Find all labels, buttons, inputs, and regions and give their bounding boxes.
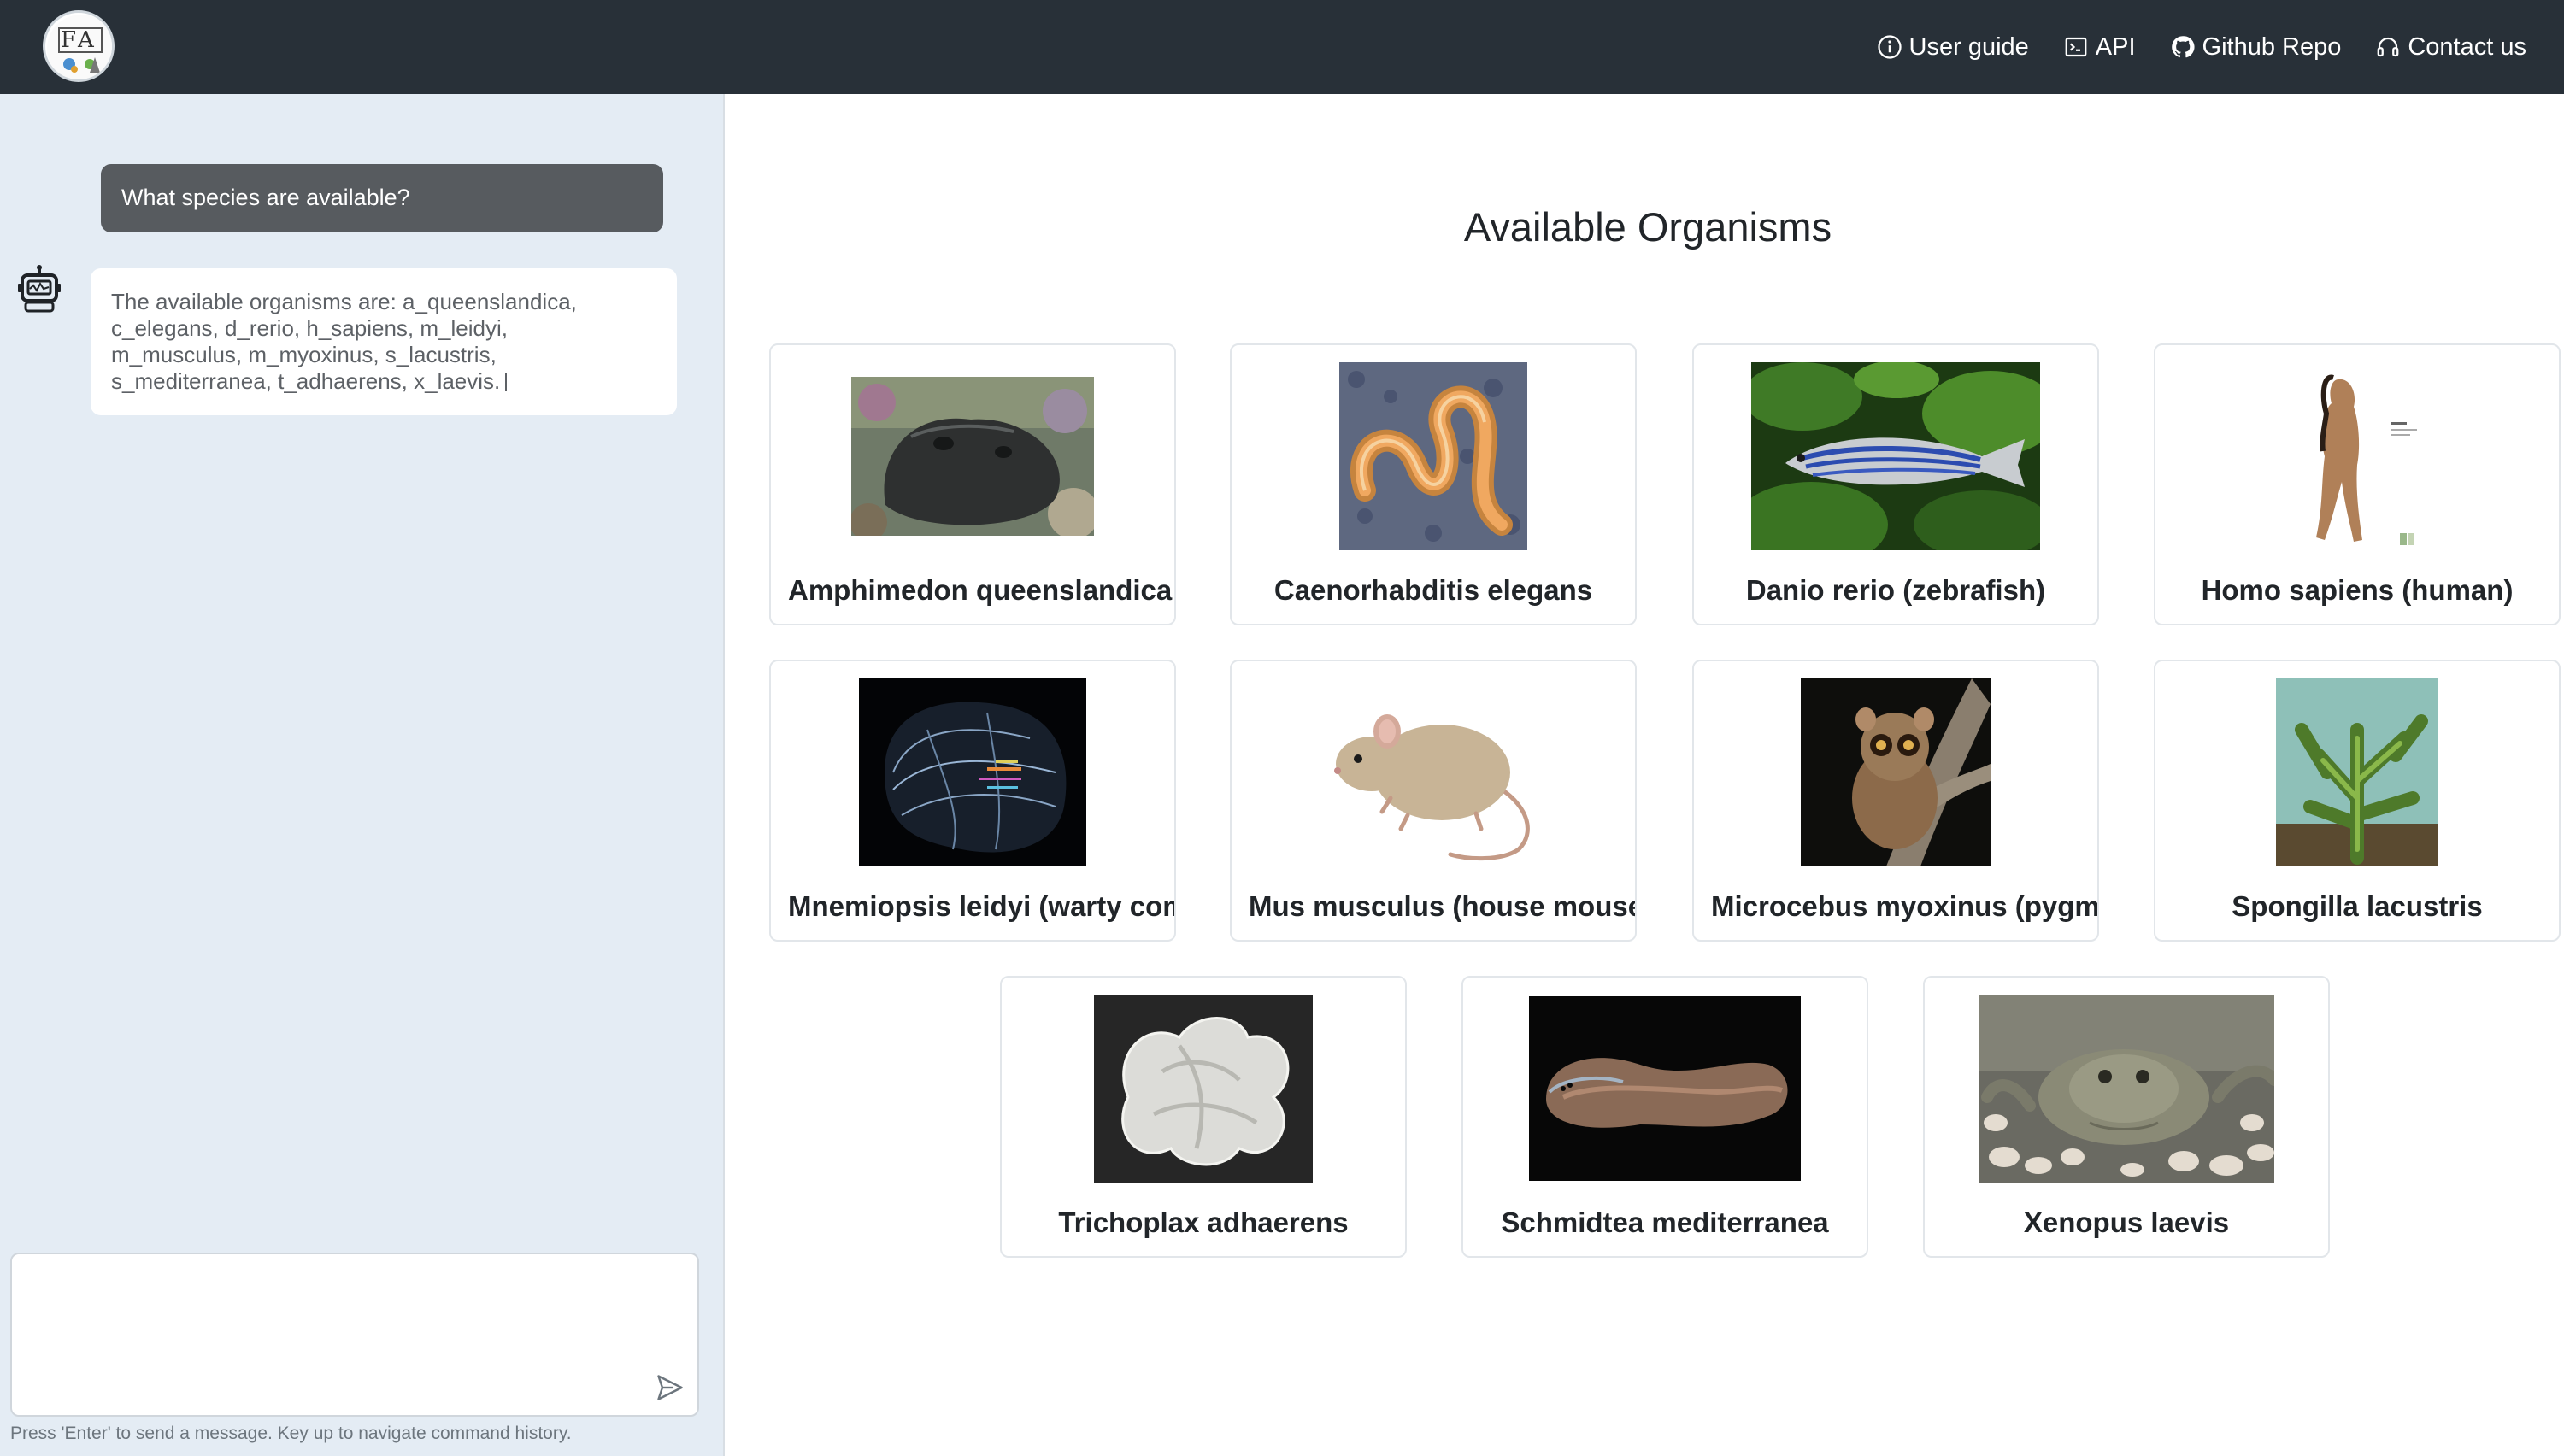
chat-sidebar: What species are available? The availabl… (0, 94, 725, 1456)
organism-label: Spongilla lacustris (2232, 890, 2483, 922)
github-icon (2171, 36, 2195, 58)
user-message-bubble: What species are available? (101, 164, 663, 232)
organism-label: Schmidtea mediterranea (1501, 1206, 1829, 1238)
organism-label: Mnemiopsis leidyi (warty comb jelly) (788, 890, 1174, 922)
comb-jelly-photo (771, 678, 1174, 866)
organism-label: Danio rerio (zebrafish) (1745, 574, 2046, 606)
organism-card[interactable]: Mus musculus (house mouse) (1230, 660, 1637, 942)
nav-github-link[interactable]: Github Repo (2170, 32, 2342, 62)
bot-message-line: The available organisms are: a_queenslan… (111, 289, 577, 314)
input-hint-text: Press 'Enter' to send a message. Key up … (10, 1424, 572, 1443)
nav-links: User guide API Github Repo Contact us (1877, 0, 2526, 94)
robot-icon (17, 265, 62, 313)
nav-api-label: API (2095, 32, 2136, 61)
bot-message-bubble: The available organisms are: a_queenslan… (91, 268, 677, 415)
bot-message-last-text: s_mediterranea, t_adhaerens, x_laevis. (111, 368, 501, 394)
mouse-photo (1232, 678, 1635, 866)
organism-label: Xenopus laevis (2023, 1206, 2230, 1238)
sponge-photo (771, 362, 1174, 550)
svg-text:F: F (61, 27, 76, 53)
bot-message-line: c_elegans, d_rerio, h_sapiens, m_leidyi, (111, 315, 508, 341)
nematode-photo (1232, 362, 1635, 550)
main-content: Available Organisms Amphimedon queenslan… (726, 94, 2564, 1456)
typing-cursor (505, 373, 508, 391)
organism-card[interactable]: Trichoplax adhaerens (1000, 976, 1407, 1258)
organism-label: Caenorhabditis elegans (1273, 574, 1593, 606)
organism-label: Trichoplax adhaerens (1058, 1206, 1349, 1238)
organism-card[interactable]: Xenopus laevis (1923, 976, 2330, 1258)
organism-card[interactable]: Mnemiopsis leidyi (warty comb jelly) (769, 660, 1176, 942)
organism-card[interactable]: Amphimedon queenslandica (769, 343, 1176, 625)
page-title: Available Organisms (1463, 204, 1832, 250)
chat-message-input[interactable] (10, 1253, 699, 1417)
organism-card[interactable]: Danio rerio (zebrafish) (1692, 343, 2099, 625)
info-circle-icon (1877, 35, 1902, 59)
organism-card[interactable]: Homo sapiens (human) (2154, 343, 2561, 625)
nav-github-label: Github Repo (2202, 32, 2342, 61)
organism-card[interactable]: Microcebus myoxinus (pygmy mouse lemur) (1692, 660, 2099, 942)
frog-photo (1925, 995, 2328, 1183)
organism-label: Homo sapiens (human) (2201, 574, 2514, 606)
nav-api-link[interactable]: API (2063, 33, 2136, 62)
terminal-icon (2065, 37, 2087, 57)
planarian-photo (1463, 995, 1867, 1183)
send-button[interactable] (653, 1371, 687, 1405)
bot-message-line: s_mediterranea, t_adhaerens, x_laevis. (111, 368, 656, 395)
nav-contact-label: Contact us (2408, 32, 2526, 61)
organism-card[interactable]: Spongilla lacustris (2154, 660, 2561, 942)
headset-icon (2377, 37, 2399, 57)
organism-label: Mus musculus (house mouse) (1249, 890, 1635, 922)
trichoplax-photo (1002, 995, 1405, 1183)
freshwater-sponge-photo (2155, 678, 2559, 866)
send-icon (657, 1375, 683, 1400)
top-navbar: F A User guide API Github Repo Contact u… (0, 0, 2564, 94)
nav-user-guide-link[interactable]: User guide (1877, 33, 2029, 62)
fa-logo-icon[interactable]: F A (43, 10, 115, 82)
organism-label: Amphimedon queenslandica (788, 574, 1173, 606)
organism-label: Microcebus myoxinus (pygmy mouse lemur) (1711, 890, 2097, 922)
organism-card[interactable]: Caenorhabditis elegans (1230, 343, 1637, 625)
nav-user-guide-label: User guide (1908, 32, 2029, 61)
svg-text:A: A (77, 27, 95, 53)
user-message-text: What species are available? (121, 185, 410, 210)
organism-card[interactable]: Schmidtea mediterranea (1461, 976, 1868, 1258)
bot-message-line: m_musculus, m_myoxinus, s_lacustris, (111, 342, 497, 367)
zebrafish-photo (1694, 362, 2097, 550)
lemur-photo (1694, 678, 2097, 866)
nav-contact-link[interactable]: Contact us (2375, 33, 2526, 62)
human-photo (2155, 362, 2559, 550)
